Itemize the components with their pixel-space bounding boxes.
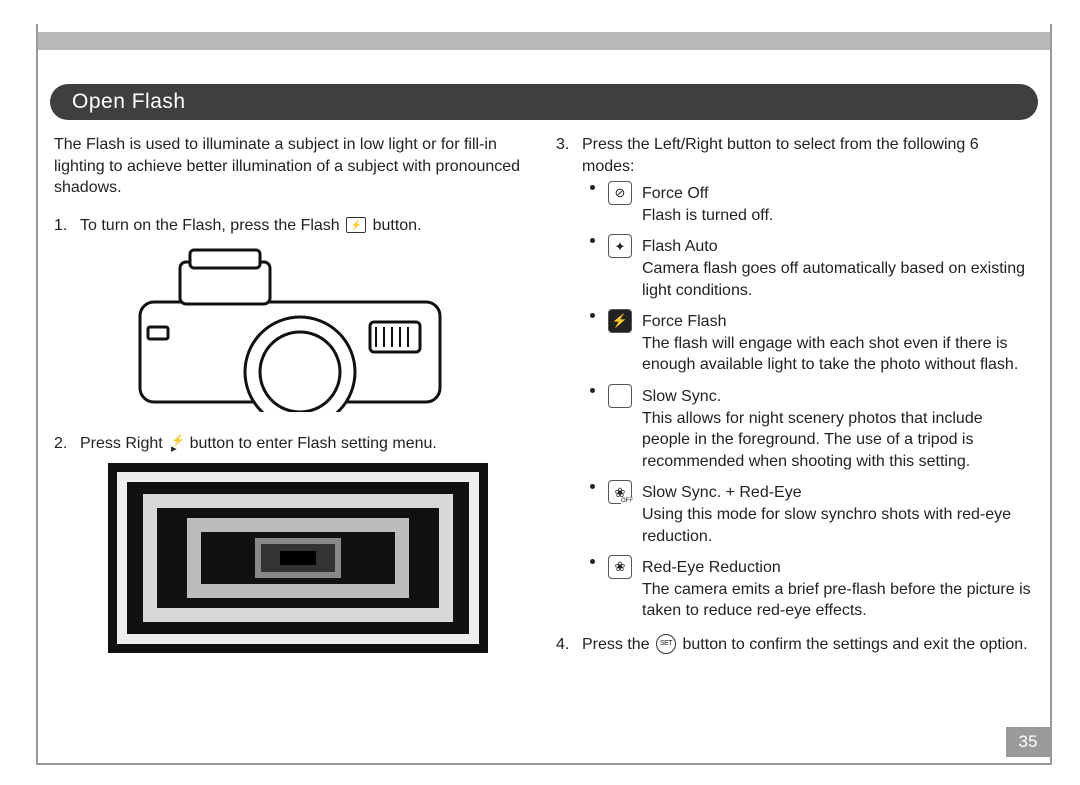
bullet-icon (590, 484, 595, 489)
mode-slow-sync-red-eye: Slow Sync. + Red-Eye Using this mode for… (582, 482, 1034, 547)
step-2-number: 2. (54, 433, 67, 455)
mode-name: Force Off (642, 185, 708, 202)
section-title: Open Flash (72, 90, 186, 114)
step-4-text-b: button to confirm the settings and exit … (683, 636, 1028, 653)
mode-name: Force Flash (642, 313, 726, 330)
page-number-value: 35 (1019, 732, 1038, 752)
step-4-text-a: Press the (582, 636, 650, 653)
bullet-icon (590, 559, 595, 564)
set-button-icon (656, 634, 676, 654)
mode-red-eye-reduction: Red-Eye Reduction The camera emits a bri… (582, 557, 1034, 622)
mode-desc: The flash will engage with each shot eve… (642, 333, 1034, 376)
page-frame: Open Flash The Flash is used to illumina… (36, 24, 1052, 765)
step-4: 4. Press the button to confirm the setti… (556, 634, 1034, 656)
bullet-icon (590, 185, 595, 190)
step-1: 1. To turn on the Flash, press the Flash… (54, 215, 532, 419)
step-2-text-b: button to enter Flash setting menu. (190, 435, 437, 452)
page-number: 35 (1006, 727, 1050, 757)
flash-button-icon (346, 217, 366, 233)
camera-diagram (120, 242, 532, 419)
column-right: 3. Press the Left/Right button to select… (556, 134, 1034, 671)
red-eye-reduction-icon (608, 555, 632, 579)
step-4-number: 4. (556, 634, 569, 656)
step-3: 3. Press the Left/Right button to select… (556, 134, 1034, 622)
section-header: Open Flash (50, 84, 1038, 120)
intro-text: The Flash is used to illuminate a subjec… (54, 134, 532, 199)
mode-name: Slow Sync. + Red-Eye (642, 484, 802, 501)
step-3-text: Press the Left/Right button to select fr… (582, 136, 979, 175)
mode-desc: This allows for night scenery photos tha… (642, 408, 1034, 473)
right-flash-icon (169, 435, 183, 453)
steps-left: 1. To turn on the Flash, press the Flash… (54, 215, 532, 659)
step-1-text-a: To turn on the Flash, press the Flash (80, 217, 340, 234)
steps-right: 3. Press the Left/Right button to select… (556, 134, 1034, 655)
page-content: Open Flash The Flash is used to illumina… (38, 84, 1050, 753)
step-1-number: 1. (54, 215, 67, 237)
slow-sync-icon (608, 384, 632, 408)
mode-flash-auto: Flash Auto Camera flash goes off automat… (582, 236, 1034, 301)
mode-slow-sync: Slow Sync. This allows for night scenery… (582, 386, 1034, 472)
mode-desc: Flash is turned off. (642, 205, 1034, 227)
column-left: The Flash is used to illuminate a subjec… (54, 134, 532, 671)
mode-name: Slow Sync. (642, 388, 721, 405)
bullet-icon (590, 238, 595, 243)
mode-desc: The camera emits a brief pre-flash befor… (642, 579, 1034, 622)
mode-name: Flash Auto (642, 238, 718, 255)
step-1-text-b: button. (373, 217, 422, 234)
mode-force-off: Force Off Flash is turned off. (582, 183, 1034, 226)
step-3-number: 3. (556, 134, 569, 156)
bullet-icon (590, 388, 595, 393)
mode-desc: Using this mode for slow synchro shots w… (642, 504, 1034, 547)
force-flash-icon (608, 309, 632, 333)
columns: The Flash is used to illuminate a subjec… (46, 134, 1042, 671)
flash-auto-icon (608, 234, 632, 258)
step-2-text-a: Press Right (80, 435, 163, 452)
flash-menu-diagram (108, 463, 532, 660)
force-off-icon (608, 181, 632, 205)
slow-sync-red-eye-icon (608, 480, 632, 504)
bullet-icon (590, 313, 595, 318)
mode-desc: Camera flash goes off automatically base… (642, 258, 1034, 301)
step-2: 2. Press Right button to enter Flash set… (54, 433, 532, 659)
mode-force-flash: Force Flash The flash will engage with e… (582, 311, 1034, 376)
mode-name: Red-Eye Reduction (642, 559, 781, 576)
flash-modes-list: Force Off Flash is turned off. Flash Aut… (582, 183, 1034, 622)
